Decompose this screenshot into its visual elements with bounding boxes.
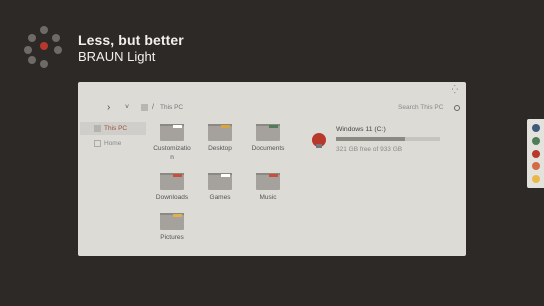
this-pc-icon bbox=[141, 104, 148, 111]
search-icon[interactable] bbox=[454, 105, 460, 111]
logo-dot bbox=[24, 46, 32, 54]
folder-customization[interactable]: Customization bbox=[149, 124, 195, 162]
folder-icon bbox=[208, 124, 232, 141]
logo-dot bbox=[40, 26, 48, 34]
folder-downloads[interactable]: Downloads bbox=[149, 173, 195, 202]
theme-headline: Less, but better BRAUN Light bbox=[78, 32, 184, 64]
folder-accent bbox=[173, 214, 182, 217]
logo-dot bbox=[54, 46, 62, 54]
logo-dot bbox=[28, 34, 36, 42]
folder-music[interactable]: Music bbox=[245, 173, 291, 202]
palette-swatch[interactable] bbox=[532, 175, 540, 183]
folder-icon bbox=[160, 124, 184, 141]
file-explorer-window: ⁛ › ˅ / This PC Search This PC This PC H… bbox=[78, 82, 466, 256]
home-icon bbox=[94, 140, 101, 147]
sidebar-item-home[interactable]: Home bbox=[80, 137, 146, 150]
folder-icon bbox=[208, 173, 232, 190]
drive-c[interactable]: Windows 11 (C:) 321 GB free of 933 GB bbox=[310, 124, 440, 154]
window-control-icon[interactable]: ⁛ bbox=[452, 85, 458, 94]
folder-documents[interactable]: Documents bbox=[245, 124, 291, 153]
folder-pictures[interactable]: Pictures bbox=[149, 213, 195, 242]
folder-accent bbox=[221, 174, 230, 177]
drive-name: Windows 11 (C:) bbox=[336, 126, 386, 133]
folder-icon bbox=[256, 173, 280, 190]
drive-icon-base bbox=[316, 144, 322, 148]
theme-name: BRAUN Light bbox=[78, 49, 156, 64]
folder-icon bbox=[160, 213, 184, 230]
folder-games[interactable]: Games bbox=[197, 173, 243, 202]
breadcrumb[interactable]: This PC bbox=[160, 100, 183, 116]
folder-label: Downloads bbox=[155, 194, 189, 201]
palette-swatch[interactable] bbox=[532, 137, 540, 145]
folder-label: Desktop bbox=[208, 145, 232, 152]
folder-icon bbox=[256, 124, 280, 141]
logo-dot-red bbox=[40, 42, 48, 50]
folder-label: Documents bbox=[251, 145, 285, 152]
folder-accent bbox=[173, 125, 182, 128]
drive-usage-bar bbox=[336, 137, 440, 141]
chevron-down-icon[interactable]: ˅ bbox=[125, 100, 129, 116]
folder-label: Games bbox=[209, 194, 231, 201]
folder-label: Pictures bbox=[160, 234, 184, 241]
forward-icon[interactable]: › bbox=[107, 100, 110, 116]
logo-dot bbox=[28, 56, 36, 64]
theme-tagline: Less, but better bbox=[78, 32, 184, 48]
folder-label: Customization bbox=[153, 145, 191, 161]
computer-icon bbox=[94, 125, 101, 132]
folder-accent bbox=[269, 125, 278, 128]
logo-dot bbox=[40, 60, 48, 68]
folder-desktop[interactable]: Desktop bbox=[197, 124, 243, 153]
folder-label: Music bbox=[259, 194, 277, 201]
search-input[interactable]: Search This PC bbox=[398, 100, 443, 116]
drive-usage-fill bbox=[336, 137, 405, 141]
palette-swatch[interactable] bbox=[532, 162, 540, 170]
folder-accent bbox=[173, 174, 182, 177]
sidebar-item-label: Home bbox=[104, 140, 122, 147]
navigation-bar: › ˅ / This PC Search This PC bbox=[78, 100, 466, 116]
braun-dot-logo bbox=[24, 26, 64, 68]
logo-dot bbox=[52, 34, 60, 42]
drive-free-space: 321 GB free of 933 GB bbox=[336, 146, 403, 153]
folder-accent bbox=[269, 174, 278, 177]
color-palette bbox=[527, 119, 544, 188]
breadcrumb-separator: / bbox=[152, 104, 154, 111]
sidebar: This PC Home bbox=[80, 122, 146, 152]
sidebar-item-label: This PC bbox=[104, 125, 128, 132]
folder-accent bbox=[221, 125, 230, 128]
palette-swatch[interactable] bbox=[532, 150, 540, 158]
folder-icon bbox=[160, 173, 184, 190]
sidebar-item-this-pc[interactable]: This PC bbox=[80, 122, 146, 135]
palette-swatch[interactable] bbox=[532, 124, 540, 132]
